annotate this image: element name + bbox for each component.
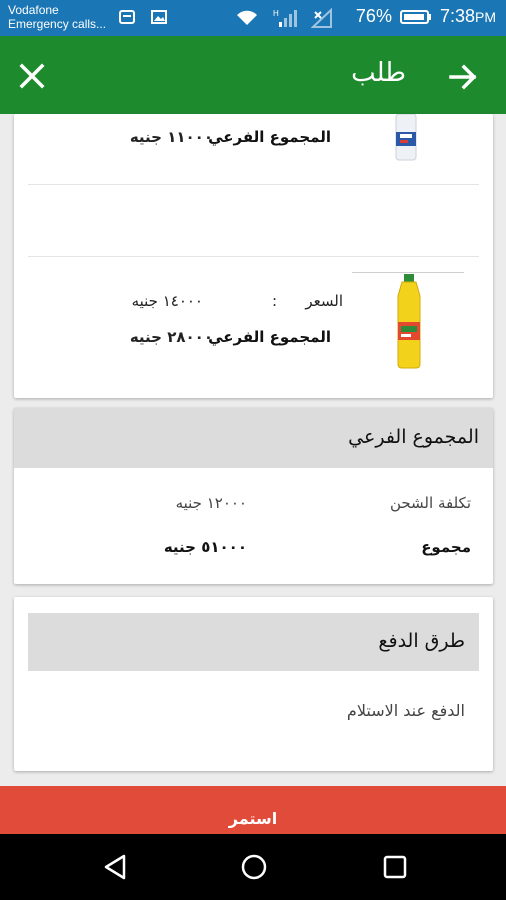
divider (28, 184, 479, 185)
divider (28, 256, 479, 257)
divider (352, 272, 464, 273)
price-label: السعر (305, 292, 343, 310)
clock: 7:38 (439, 6, 475, 26)
system-nav-bar (0, 834, 506, 900)
status-bar: Vodafone Emergency calls... H 76% 7:38PM (0, 0, 506, 36)
subtotal-label: المجموع الفرعي (208, 328, 331, 346)
signal-2-icon (311, 8, 332, 28)
shipping-label: تكلفة الشحن (389, 494, 471, 512)
status-right: 76% 7:38PM (356, 6, 496, 27)
carrier-info: Vodafone Emergency calls... (8, 3, 106, 31)
carrier-status: Emergency calls... (8, 17, 107, 31)
nav-home-icon[interactable] (239, 852, 269, 882)
payment-method-cod[interactable]: الدفع عند الاستلام (347, 701, 465, 720)
signal-icon: H (273, 9, 297, 27)
cart-items-card: المجموع الفرعي ١١٠٠٠ جنيه السعر : ١٤٠٠٠ … (14, 114, 493, 398)
subtotal-value: ١١٠٠٠ جنيه (129, 128, 213, 146)
nav-back-icon[interactable] (100, 852, 130, 882)
product-image-water (395, 114, 417, 161)
subtotal-label: المجموع الفرعي (208, 128, 331, 146)
shipping-value: ١٢٠٠٠ جنيه (175, 494, 247, 512)
product-image-oil (397, 274, 421, 369)
total-value: ٥١٠٠٠ جنيه (163, 538, 247, 556)
notification-icons (118, 8, 168, 26)
close-icon[interactable] (18, 62, 46, 90)
svg-text:H: H (273, 9, 279, 18)
payment-header: طرق الدفع (28, 613, 479, 671)
clock-ampm: PM (475, 9, 496, 25)
payment-card: طرق الدفع الدفع عند الاستلام (14, 597, 493, 771)
notification-icon (119, 10, 135, 24)
summary-card: المجموع الفرعي تكلفة الشحن ١٢٠٠٠ جنيه مج… (14, 408, 493, 584)
arrow-right-icon[interactable] (448, 62, 478, 92)
system-icons: H (235, 8, 333, 28)
app-bar: طلب (0, 36, 506, 114)
continue-button[interactable]: استمر (0, 786, 506, 834)
image-icon (151, 10, 167, 24)
price-value: ١٤٠٠٠ جنيه (131, 292, 203, 310)
total-label: مجموع (421, 538, 471, 556)
payment-title: طرق الدفع (378, 630, 465, 652)
battery-icon (399, 9, 431, 24)
page-title: طلب (351, 58, 406, 88)
battery-percent: 76% (355, 6, 392, 26)
summary-header: المجموع الفرعي (14, 408, 493, 468)
carrier-name: Vodafone (8, 3, 59, 17)
price-separator: : (271, 292, 277, 310)
summary-title: المجموع الفرعي (348, 426, 479, 448)
nav-recents-icon[interactable] (380, 852, 410, 882)
subtotal-value: ٢٨٠٠٠ جنيه (129, 328, 213, 346)
wifi-icon (237, 10, 257, 25)
